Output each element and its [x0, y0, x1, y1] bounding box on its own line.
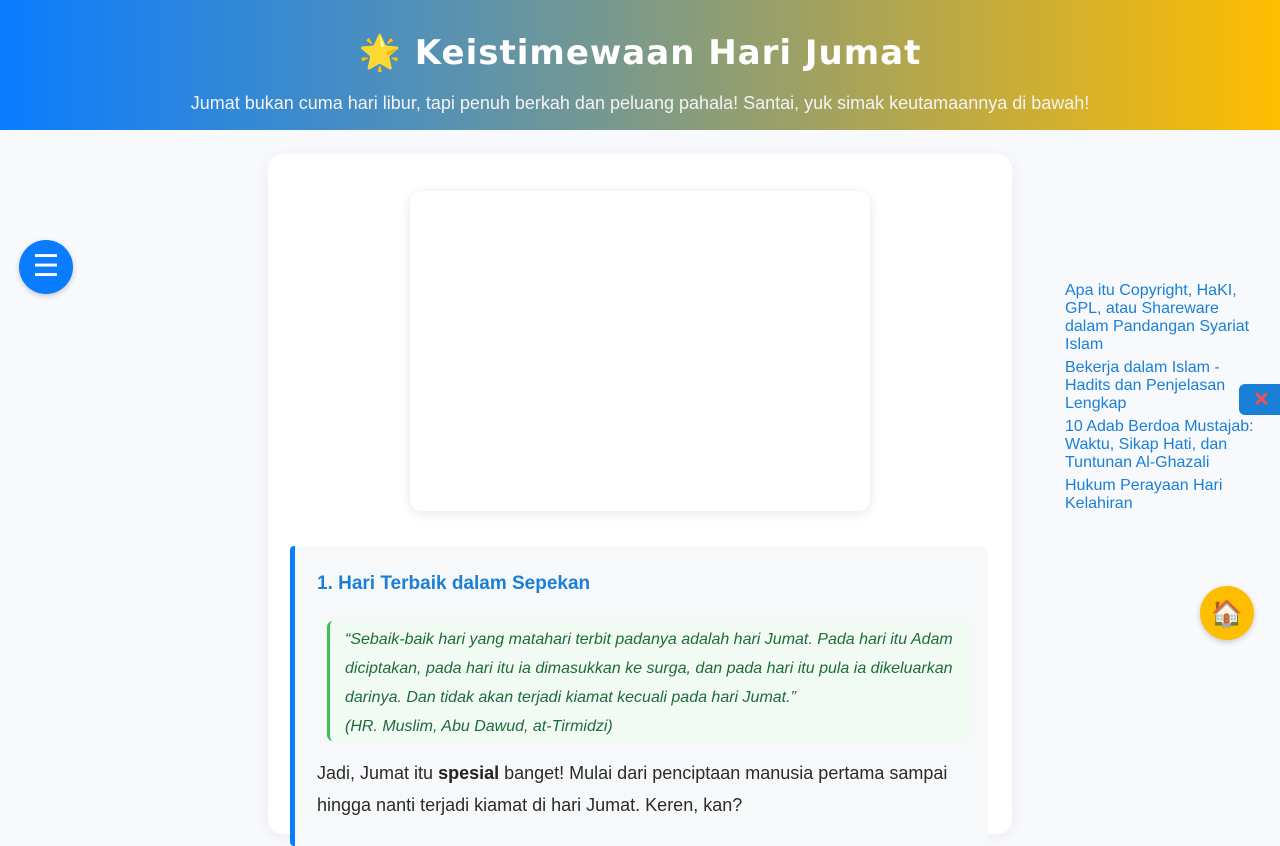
close-icon: ✕: [1253, 389, 1270, 411]
related-link[interactable]: Hukum Perayaan Hari Kelahiran: [1065, 477, 1260, 513]
section-hari-terbaik: 1. Hari Terbaik dalam Sepekan “Sebaik-ba…: [290, 546, 988, 846]
home-button[interactable]: 🏠: [1200, 586, 1254, 640]
section-heading: 1. Hari Terbaik dalam Sepekan: [317, 573, 591, 594]
quote-line: “Sebaik-baik hari yang matahari terbit p…: [345, 631, 953, 648]
para-text: hingga nanti terjadi kiamat di hari Juma…: [317, 795, 743, 815]
menu-button[interactable]: ☰: [19, 240, 73, 294]
home-icon: 🏠: [1210, 597, 1244, 628]
hadith-quote: “Sebaik-baik hari yang matahari terbit p…: [327, 621, 971, 741]
menu-icon: ☰: [32, 250, 60, 283]
page-title: 🌟 Keistimewaan Hari Jumat: [0, 33, 1280, 73]
page-title-text: Keistimewaan Hari Jumat: [414, 33, 922, 73]
related-link[interactable]: Apa itu Copyright, HaKI, GPL, atau Share…: [1065, 282, 1260, 354]
para-text: Jadi, Jumat itu: [317, 763, 439, 783]
star-icon: 🌟: [358, 33, 402, 73]
quote-line: diciptakan, pada hari itu ia dimasukkan …: [345, 660, 953, 677]
page-header: 🌟 Keistimewaan Hari Jumat Jumat bukan cu…: [0, 0, 1280, 130]
related-links: Apa itu Copyright, HaKI, GPL, atau Share…: [1065, 282, 1260, 518]
quote-source: (HR. Muslim, Abu Dawud, at-Tirmidzi): [345, 718, 613, 735]
page-subtitle: Jumat bukan cuma hari libur, tapi penuh …: [190, 93, 1090, 113]
section-paragraph: Jadi, Jumat itu spesial banget! Mulai da…: [317, 757, 967, 821]
quote-line: darinya. Dan tidak akan terjadi kiamat k…: [345, 689, 796, 706]
para-bold: spesial: [438, 763, 500, 783]
media-placeholder: [410, 191, 870, 511]
close-related-button[interactable]: ✕: [1239, 384, 1280, 415]
para-text: banget! Mulai dari penciptaan manusia pe…: [499, 763, 948, 783]
related-link[interactable]: 10 Adab Berdoa Mustajab: Waktu, Sikap Ha…: [1065, 418, 1260, 472]
related-link[interactable]: Bekerja dalam Islam - Hadits dan Penjela…: [1065, 359, 1260, 413]
article-card: 1. Hari Terbaik dalam Sepekan “Sebaik-ba…: [268, 154, 1012, 846]
